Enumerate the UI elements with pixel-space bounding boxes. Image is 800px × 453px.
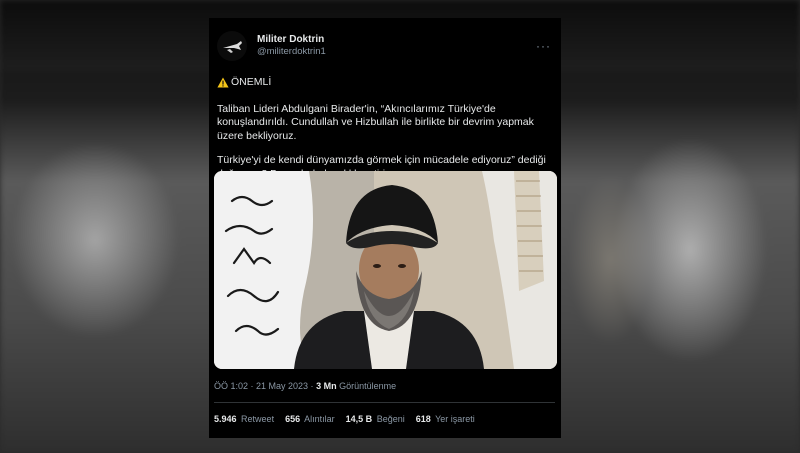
tweet-timestamp[interactable]: ÖÖ 1:02 · 21 May 2023 ·	[214, 381, 314, 391]
tweet-photo-image	[214, 171, 557, 369]
bookmarks-count: 618	[415, 414, 431, 424]
likes-stat[interactable]: 14,5 B Beğeni	[346, 414, 405, 424]
retweets-label: Retweet	[241, 414, 275, 424]
likes-count: 14,5 B	[345, 414, 373, 424]
tweet-meta: ÖÖ 1:02 · 21 May 2023 · 3 Mn Görüntülenm…	[214, 381, 396, 391]
tweet-paragraph-1: Taliban Lideri Abdulgani Birader'in, “Ak…	[217, 102, 534, 142]
tweet-header: Militer Doktrin @militerdoktrin1 ···	[209, 28, 561, 64]
author-display-name[interactable]: Militer Doktrin	[257, 34, 532, 47]
retweets-count: 5.946	[214, 414, 237, 424]
author-handle[interactable]: @militerdoktrin1	[257, 46, 532, 58]
quotes-stat[interactable]: 656 Alıntılar	[285, 414, 335, 424]
views-label: Görüntülenme	[339, 381, 397, 391]
bookmarks-stat[interactable]: 618 Yer işareti	[416, 414, 475, 424]
warning-icon	[217, 77, 229, 88]
views-count: 3 Mn	[316, 381, 337, 391]
alert-line: ÖNEMLİ	[217, 76, 553, 90]
author-names: Militer Doktrin @militerdoktrin1	[257, 34, 532, 58]
alert-label: ÖNEMLİ	[231, 76, 272, 88]
divider	[214, 402, 555, 403]
avatar[interactable]	[217, 31, 247, 61]
jet-silhouette-icon	[223, 41, 242, 53]
tweet-stats: 5.946 Retweet 656 Alıntılar 14,5 B Beğen…	[214, 414, 475, 424]
tweet-text: ÖNEMLİ Taliban Lideri Abdulgani Birader'…	[209, 76, 561, 181]
quotes-count: 656	[285, 414, 301, 424]
retweets-stat[interactable]: 5.946 Retweet	[214, 414, 274, 424]
bookmarks-label: Yer işareti	[435, 414, 475, 424]
more-horizontal-icon[interactable]: ···	[532, 39, 555, 53]
likes-label: Beğeni	[376, 414, 405, 424]
quotes-label: Alıntılar	[304, 414, 335, 424]
tweet-photo[interactable]	[214, 171, 557, 369]
tweet-card[interactable]: Militer Doktrin @militerdoktrin1 ··· ÖNE…	[209, 18, 561, 438]
